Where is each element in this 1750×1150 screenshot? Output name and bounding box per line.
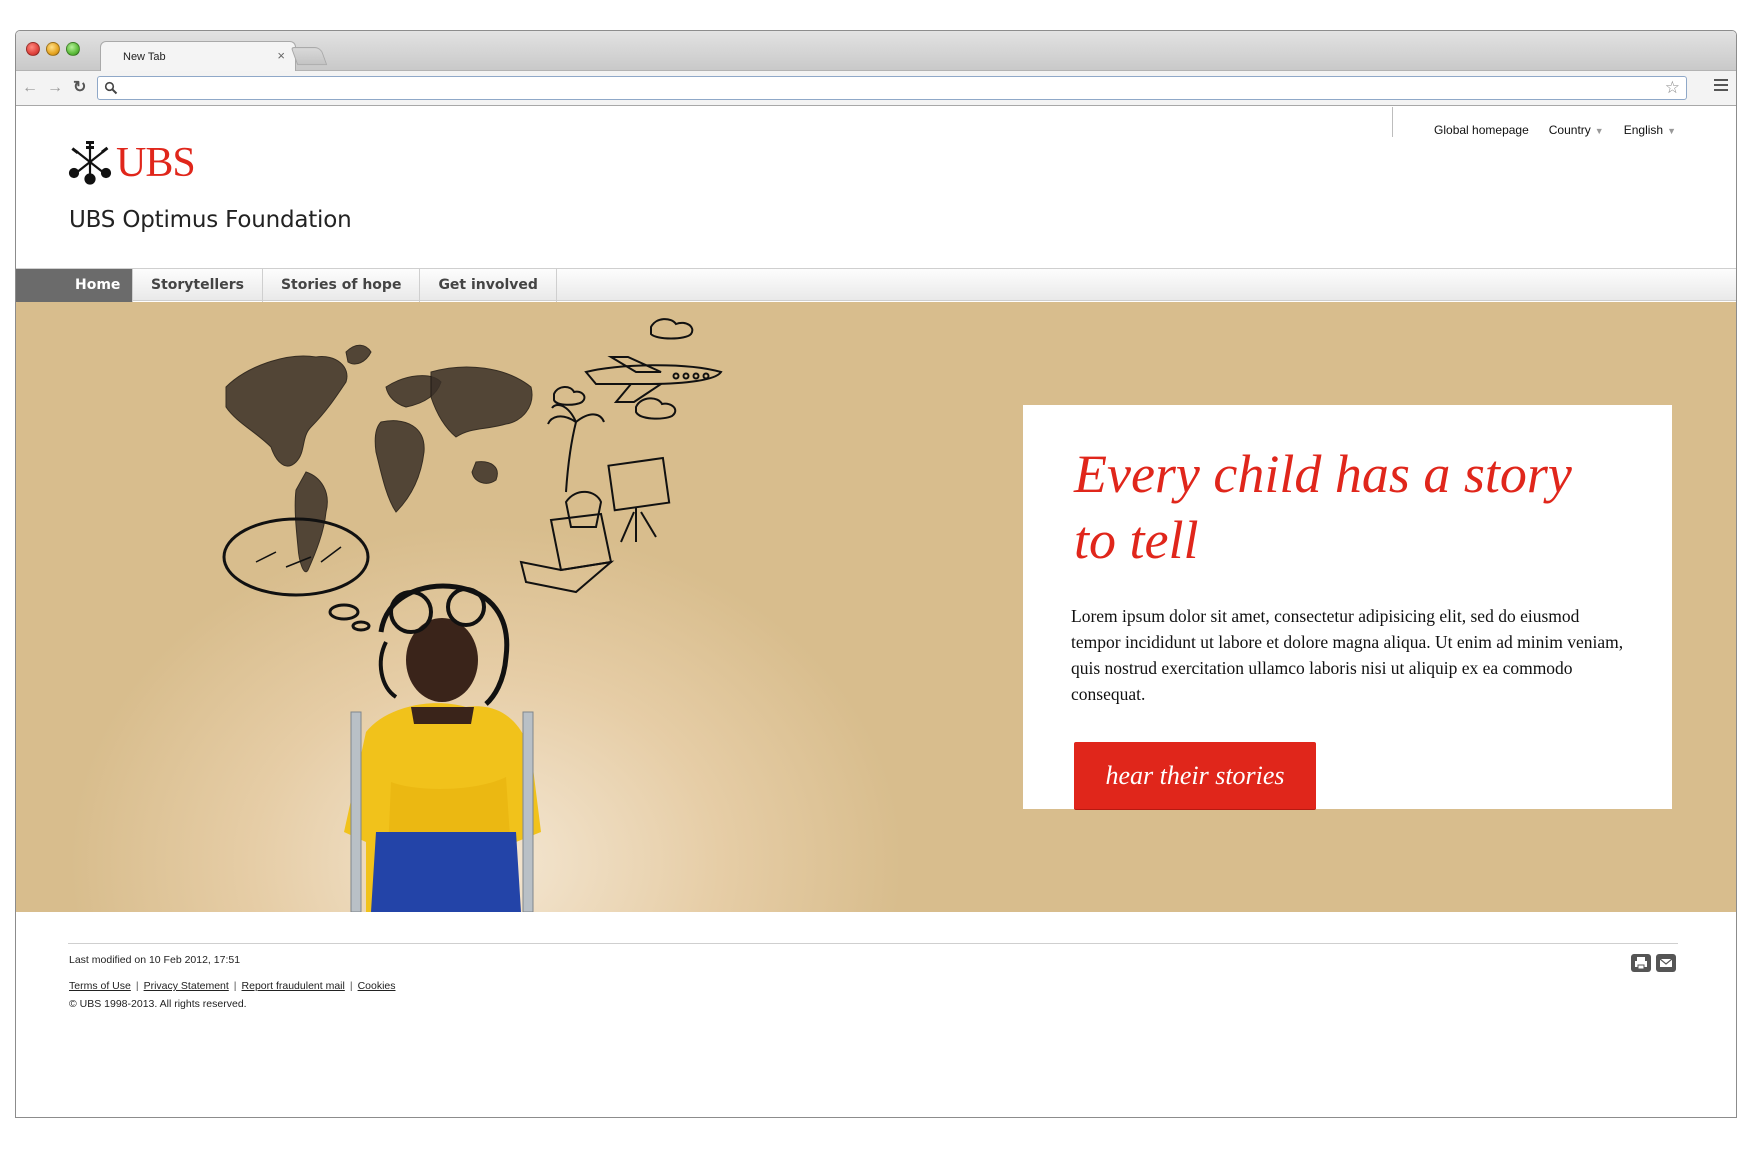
child-photo [344,583,541,912]
hero-title: Every child has a story to tell [1074,444,1572,570]
last-modified: Last modified on 10 Feb 2012, 17:51 [69,954,241,966]
footer-links: Terms of Use | Privacy Statement | Report … [69,980,396,992]
airplane-sketch [584,356,723,403]
world-map-sketch [225,344,533,573]
footer: Last modified on 10 Feb 2012, 17:51 Term… [68,943,1678,1010]
search-icon [104,81,118,95]
nav-item-home[interactable]: Home [16,269,133,302]
hero-illustration [222,318,723,912]
bookmark-star-icon[interactable]: ☆ [1665,78,1680,98]
utility-nav-divider [1392,107,1394,137]
country-dropdown[interactable]: Country ▼ [1549,105,1604,137]
utility-nav: Global homepage Country ▼ English ▼ [1392,105,1676,137]
nav-item-stories-of-hope[interactable]: Stories of hope [263,269,421,302]
address-bar[interactable]: ☆ [97,76,1687,100]
chevron-down-icon: ▼ [1667,126,1676,136]
minimize-window-button[interactable] [46,42,60,56]
copyright-text: © UBS 1998-2013. All rights reserved. [69,998,247,1010]
tab-title: New Tab [123,51,166,63]
footer-link-separator: | [349,980,353,992]
reload-icon[interactable]: ↻ [73,78,86,98]
browser-toolbar: ← → ↻ ☆ [16,71,1736,106]
hero-card: Every child has a story to tell Lorem ip… [1023,405,1672,809]
web-page: Global homepage Country ▼ English ▼ UBS … [16,105,1736,1117]
country-label: Country [1548,123,1591,137]
new-tab-button[interactable] [290,47,328,65]
print-icon[interactable] [1631,954,1651,972]
foundation-name: UBS Optimus Foundation [69,207,352,233]
close-window-button[interactable] [26,42,40,56]
cloud-sketch [553,318,694,420]
palm-easel-sketch [547,404,671,543]
hero-body: Lorem ipsum dolor sit amet, consectetur … [1071,606,1624,704]
nav-item-get-involved[interactable]: Get involved [420,269,557,302]
ubs-logo-text: UBS [116,140,196,186]
ubs-logo[interactable]: UBS [68,139,196,187]
browser-tab[interactable]: New Tab × [100,41,296,72]
ubs-keys-icon [68,141,112,185]
terms-of-use-link[interactable]: Terms of Use [69,980,131,992]
language-dropdown[interactable]: English ▼ [1624,105,1676,137]
browser-window: New Tab × ← → ↻ ☆ Global homepage Countr… [15,30,1737,1118]
privacy-statement-link[interactable]: Privacy Statement [144,980,229,992]
main-navigation: Home Storytellers Stories of hope Get in… [16,268,1736,302]
hero-banner: Every child has a story to tell Lorem ip… [16,302,1736,912]
tab-close-icon[interactable]: × [277,48,285,63]
zoom-window-button[interactable] [66,42,80,56]
cookies-link[interactable]: Cookies [358,980,396,992]
browser-titlebar: New Tab × [16,31,1736,72]
footer-link-separator: | [233,980,237,992]
footer-icons [1631,954,1676,972]
address-input[interactable] [124,79,1644,97]
laptop-sketch [519,512,615,594]
hear-their-stories-button[interactable]: hear their stories [1074,742,1316,809]
global-homepage-link[interactable]: Global homepage [1434,105,1529,137]
back-arrow-icon[interactable]: ← [22,78,38,98]
email-icon[interactable] [1656,954,1676,972]
nav-item-storytellers[interactable]: Storytellers [133,269,263,302]
forward-arrow-icon[interactable]: → [47,78,63,98]
chevron-down-icon: ▼ [1594,126,1604,136]
footer-link-separator: | [135,980,139,992]
report-fraudulent-mail-link[interactable]: Report fraudulent mail [242,980,345,992]
browser-menu-icon[interactable] [1714,79,1728,93]
language-label: English [1623,123,1664,137]
